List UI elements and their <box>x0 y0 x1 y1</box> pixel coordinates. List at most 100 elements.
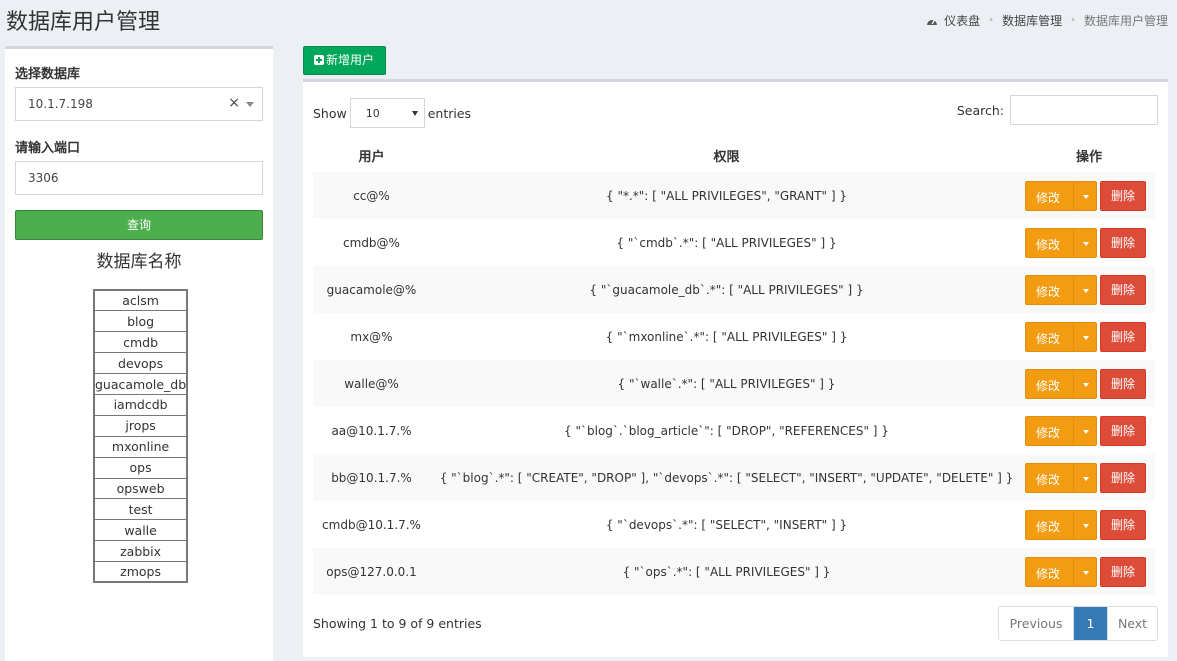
port-label: 请输入端口 <box>15 141 81 156</box>
caret-down-icon[interactable] <box>1083 194 1089 199</box>
table-row: aa@10.1.7.% { "`blog`.`blog_article`": [ … <box>313 407 1155 454</box>
chevron-down-icon[interactable] <box>246 102 254 107</box>
plus-square-icon <box>314 55 324 65</box>
row-actions: 修改 删除 <box>1023 556 1155 587</box>
search-input[interactable] <box>1010 95 1158 125</box>
delete-button[interactable]: 删除 <box>1100 556 1146 587</box>
page-length-value: 10 <box>365 107 380 120</box>
database-name: zmops <box>93 561 188 583</box>
header-privileges[interactable]: 权限 <box>430 138 1023 172</box>
row-actions: 修改 删除 <box>1023 321 1155 352</box>
delete-button[interactable]: 删除 <box>1100 274 1146 305</box>
database-name: test <box>93 498 188 521</box>
database-name: blog <box>93 310 188 333</box>
delete-button[interactable]: 删除 <box>1100 509 1146 540</box>
previous-page-button[interactable]: Previous <box>999 607 1074 640</box>
caret-down-icon[interactable] <box>1083 288 1089 293</box>
edit-button[interactable]: 修改 <box>1025 509 1097 540</box>
edit-button[interactable]: 修改 <box>1025 321 1097 352</box>
database-name: guacamole_db <box>93 373 188 395</box>
database-name: aclsm <box>93 289 188 312</box>
privileges-cell: { "`devops`.*": [ "SELECT", "INSERT" ] } <box>605 517 848 532</box>
page-length-select[interactable]: 10 <box>349 98 425 128</box>
breadcrumb-separator: • <box>988 15 995 26</box>
privileges-cell: { "`blog`.*": [ "CREATE", "DROP" ], "`de… <box>430 454 1023 501</box>
database-list-title: 数据库名称 <box>96 252 182 272</box>
database-select-value: 10.1.7.198 <box>28 97 93 111</box>
caret-down-icon[interactable] <box>1083 523 1089 528</box>
caret-down-icon[interactable] <box>1083 429 1089 434</box>
edit-button[interactable]: 修改 <box>1025 227 1097 258</box>
database-list-row: opsweb <box>93 477 188 500</box>
edit-button[interactable]: 修改 <box>1025 415 1097 446</box>
edit-button[interactable]: 修改 <box>1025 274 1097 305</box>
port-input[interactable] <box>15 161 263 195</box>
database-name: cmdb <box>93 331 188 354</box>
table-row: guacamole@%{ "`guacamole_db`.*": [ "ALL … <box>313 266 1155 313</box>
actions-cell: 修改 删除 <box>1023 172 1155 219</box>
delete-button[interactable]: 删除 <box>1100 321 1146 352</box>
user-cell: cmdb@10.1.7.% <box>322 517 421 532</box>
database-list-row: ops <box>93 456 188 479</box>
caret-down-icon[interactable] <box>1083 570 1089 575</box>
database-list-row: guacamole_db <box>93 373 188 395</box>
database-list-row: zmops <box>93 561 188 583</box>
add-user-button[interactable]: 新增用户 <box>303 46 386 75</box>
database-list-row: devops <box>93 352 188 375</box>
actions-cell: 修改 删除 <box>1023 454 1155 501</box>
caret-down-icon[interactable] <box>1083 241 1089 246</box>
database-name: zabbix <box>93 540 188 563</box>
entries-label: entries <box>427 105 472 121</box>
page-1-button[interactable]: 1 <box>1074 607 1107 640</box>
next-page-button[interactable]: Next <box>1107 607 1157 640</box>
delete-button[interactable]: 删除 <box>1100 368 1146 399</box>
privileges-cell: { "`cmdb`.*": [ "ALL PRIVILEGES" ] } <box>616 235 837 250</box>
database-list-row: blog <box>93 310 188 333</box>
privileges-cell: { "`walle`.*": [ "ALL PRIVILEGES" ] } <box>430 360 1023 407</box>
actions-cell: 修改 删除 <box>1023 313 1155 360</box>
table-row: ops@127.0.0.1{ "`ops`.*": [ "ALL PRIVILE… <box>313 548 1155 595</box>
edit-button-label: 修改 <box>1036 284 1061 299</box>
database-list-row: mxonline <box>93 435 188 458</box>
delete-button[interactable]: 删除 <box>1100 415 1146 446</box>
dropdown-divider <box>1073 416 1074 445</box>
row-actions: 修改 删除 <box>1023 462 1155 493</box>
edit-button-label: 修改 <box>1036 378 1061 393</box>
caret-down-icon[interactable] <box>1083 382 1089 387</box>
privileges-cell: { "*.*": [ "ALL PRIVILEGES", "GRANT" ] } <box>430 172 1023 219</box>
caret-down-icon[interactable] <box>1083 476 1089 481</box>
delete-button[interactable]: 删除 <box>1100 227 1146 258</box>
edit-button[interactable]: 修改 <box>1025 180 1097 211</box>
edit-button[interactable]: 修改 <box>1025 462 1097 493</box>
delete-button[interactable]: 删除 <box>1100 180 1146 211</box>
delete-button[interactable]: 删除 <box>1100 462 1146 493</box>
edit-button-label: 修改 <box>1036 472 1061 487</box>
database-name: devops <box>93 352 188 375</box>
caret-down-icon[interactable] <box>1083 335 1089 340</box>
dropdown-divider <box>1073 557 1074 586</box>
edit-button-label: 修改 <box>1036 425 1061 440</box>
search-label: Search: <box>956 102 1004 118</box>
dashboard-icon <box>927 19 938 25</box>
database-list-row: cmdb <box>93 331 188 354</box>
breadcrumb-dashboard[interactable]: 仪表盘 <box>944 12 980 29</box>
actions-cell: 修改 删除 <box>1023 407 1155 454</box>
database-select[interactable]: 10.1.7.198 × <box>15 87 263 121</box>
header-user[interactable]: 用户 <box>313 138 430 172</box>
clear-selection-icon[interactable]: × <box>228 95 240 111</box>
database-name: walle <box>93 519 188 542</box>
database-list-row: walle <box>93 519 188 542</box>
database-list-row: zabbix <box>93 540 188 563</box>
breadcrumb-db-management[interactable]: 数据库管理 <box>1002 12 1062 29</box>
row-actions: 修改 删除 <box>1023 509 1155 540</box>
dropdown-divider <box>1073 463 1074 492</box>
dropdown-divider <box>1073 510 1074 539</box>
database-list-row: aclsm <box>93 289 188 312</box>
database-name: opsweb <box>93 477 188 500</box>
query-button[interactable]: 查询 <box>15 210 263 240</box>
edit-button[interactable]: 修改 <box>1025 368 1097 399</box>
table-row: cmdb@10.1.7.% { "`devops`.*": [ "SELECT",… <box>313 501 1155 548</box>
privileges-cell: { "`ops`.*": [ "ALL PRIVILEGES" ] } <box>430 548 1023 595</box>
breadcrumb: 仪表盘 • 数据库管理 • 数据库用户管理 <box>926 12 1168 29</box>
edit-button[interactable]: 修改 <box>1025 556 1097 587</box>
